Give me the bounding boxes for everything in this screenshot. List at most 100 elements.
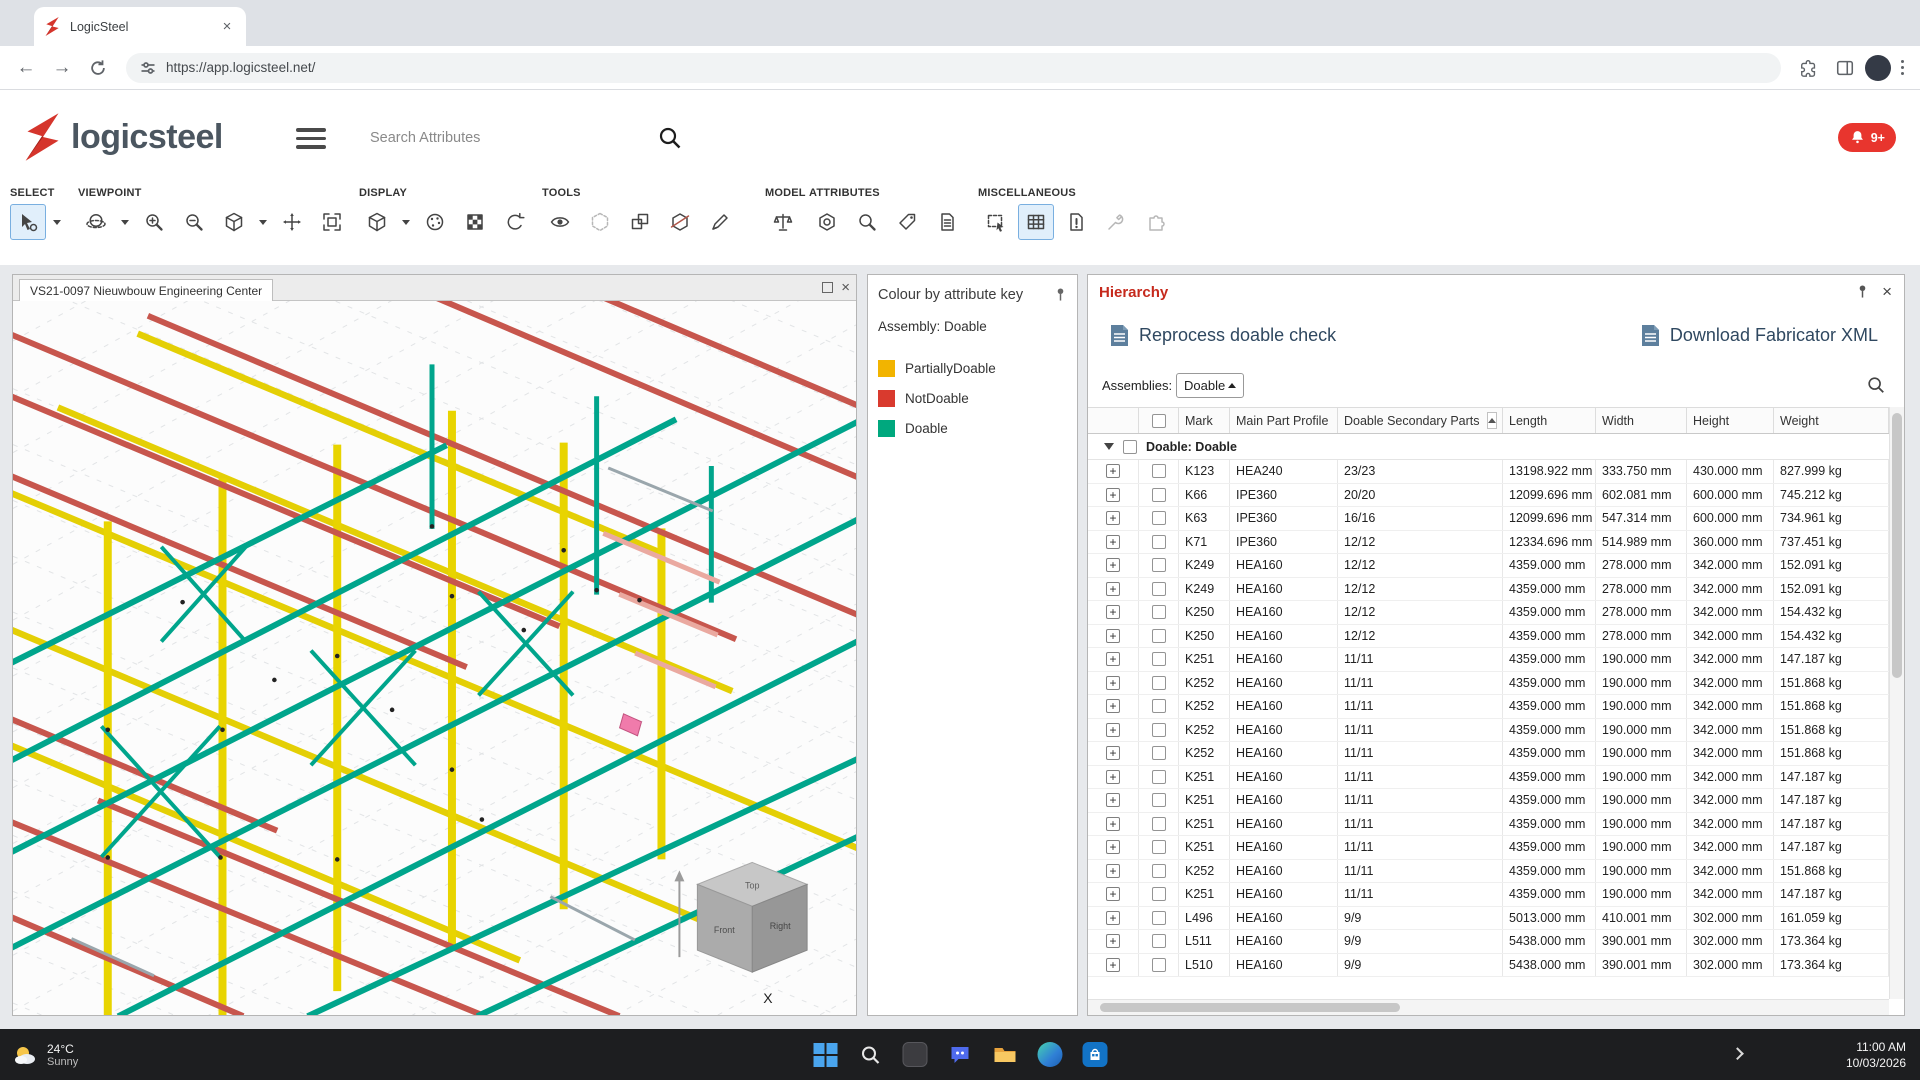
download-fabricator-xml-button[interactable]: Download Fabricator XML — [1641, 324, 1878, 347]
expand-row-icon[interactable]: + — [1106, 652, 1120, 666]
table-row[interactable]: + K251 HEA160 11/11 4359.000 mm 190.000 … — [1088, 836, 1889, 860]
vertical-scrollbar-thumb[interactable] — [1892, 413, 1902, 678]
expand-row-icon[interactable]: + — [1106, 958, 1120, 972]
table-row[interactable]: + K250 HEA160 12/12 4359.000 mm 278.000 … — [1088, 625, 1889, 649]
expand-row-icon[interactable]: + — [1106, 887, 1120, 901]
display-mode-dropdown-icon[interactable] — [399, 204, 413, 240]
select-tool-dropdown-icon[interactable] — [50, 204, 64, 240]
zoom-in-button[interactable] — [136, 204, 172, 240]
expand-row-icon[interactable]: + — [1106, 770, 1120, 784]
task-view-button[interactable] — [902, 1041, 929, 1068]
group-checkbox[interactable] — [1123, 440, 1137, 454]
table-row[interactable]: + K251 HEA160 11/11 4359.000 mm 190.000 … — [1088, 883, 1889, 907]
table-row[interactable]: + K250 HEA160 12/12 4359.000 mm 278.000 … — [1088, 601, 1889, 625]
expand-row-icon[interactable]: + — [1106, 723, 1120, 737]
col-weight[interactable]: Weight — [1774, 408, 1889, 433]
expand-row-icon[interactable]: + — [1106, 793, 1120, 807]
row-checkbox[interactable] — [1152, 793, 1166, 807]
group-row-doable[interactable]: Doable: Doable — [1088, 434, 1889, 460]
hierarchy-grid-button[interactable] — [1018, 204, 1054, 240]
notifications-button[interactable]: 9+ — [1838, 123, 1896, 152]
col-mark[interactable]: Mark — [1179, 408, 1230, 433]
row-checkbox[interactable] — [1152, 911, 1166, 925]
table-row[interactable]: + K252 HEA160 11/11 4359.000 mm 190.000 … — [1088, 742, 1889, 766]
expand-row-icon[interactable]: + — [1106, 605, 1120, 619]
expand-row-icon[interactable]: + — [1106, 864, 1120, 878]
row-checkbox[interactable] — [1152, 887, 1166, 901]
table-row[interactable]: + K251 HEA160 11/11 4359.000 mm 190.000 … — [1088, 813, 1889, 837]
forward-icon[interactable]: → — [46, 52, 78, 84]
section-plane-button[interactable] — [662, 204, 698, 240]
expand-row-icon[interactable]: + — [1106, 629, 1120, 643]
select-all-checkbox[interactable] — [1152, 414, 1166, 428]
nav-cube-top-label[interactable]: Top — [745, 880, 759, 890]
file-explorer-button[interactable] — [992, 1041, 1019, 1068]
search-icon[interactable] — [658, 126, 682, 150]
side-panel-icon[interactable] — [1829, 52, 1861, 84]
table-row[interactable]: + K123 HEA240 23/23 13198.922 mm 333.750… — [1088, 460, 1889, 484]
profile-avatar[interactable] — [1865, 55, 1891, 81]
expand-row-icon[interactable]: + — [1106, 676, 1120, 690]
display-mode-button[interactable] — [359, 204, 395, 240]
taskbar-search-button[interactable] — [857, 1041, 884, 1068]
plugins-button[interactable] — [1138, 204, 1174, 240]
expand-row-icon[interactable]: + — [1106, 699, 1120, 713]
reset-view-button[interactable] — [497, 204, 533, 240]
attribute-tag-button[interactable] — [889, 204, 925, 240]
row-checkbox[interactable] — [1152, 958, 1166, 972]
table-row[interactable]: + K66 IPE360 20/20 12099.696 mm 602.081 … — [1088, 484, 1889, 508]
extensions-icon[interactable] — [1793, 52, 1825, 84]
attribute-report-button[interactable] — [929, 204, 965, 240]
tray-chevron-icon[interactable] — [1731, 1047, 1744, 1060]
expand-row-icon[interactable]: + — [1106, 746, 1120, 760]
row-checkbox[interactable] — [1152, 934, 1166, 948]
row-checkbox[interactable] — [1152, 488, 1166, 502]
settings-wrench-button[interactable] — [1098, 204, 1134, 240]
start-button[interactable] — [812, 1041, 839, 1068]
zoom-out-button[interactable] — [176, 204, 212, 240]
expand-row-icon[interactable]: + — [1106, 488, 1120, 502]
expand-row-icon[interactable]: + — [1106, 911, 1120, 925]
row-checkbox[interactable] — [1152, 605, 1166, 619]
viewport-title-tab[interactable]: VS21-0097 Nieuwbouw Engineering Center — [19, 279, 273, 302]
expand-row-icon[interactable]: + — [1106, 934, 1120, 948]
browser-menu-icon[interactable] — [1895, 54, 1911, 82]
table-row[interactable]: + K252 HEA160 11/11 4359.000 mm 190.000 … — [1088, 719, 1889, 743]
model-compare-button[interactable] — [765, 204, 801, 240]
orbit-dropdown-icon[interactable] — [118, 204, 132, 240]
expand-row-icon[interactable]: + — [1106, 464, 1120, 478]
orbit-button[interactable] — [78, 204, 114, 240]
tab-close-icon[interactable]: × — [218, 18, 236, 36]
back-icon[interactable]: ← — [10, 52, 42, 84]
pan-axes-button[interactable] — [274, 204, 310, 240]
row-checkbox[interactable] — [1152, 840, 1166, 854]
select-tool-button[interactable] — [10, 204, 46, 240]
hierarchy-close-icon[interactable]: × — [1882, 283, 1892, 300]
table-row[interactable]: + K249 HEA160 12/12 4359.000 mm 278.000 … — [1088, 578, 1889, 602]
nav-cube-front-label[interactable]: Front — [714, 925, 735, 935]
col-length[interactable]: Length — [1503, 408, 1596, 433]
hide-parts-button[interactable] — [582, 204, 618, 240]
table-row[interactable]: + L510 HEA160 9/9 5438.000 mm 390.001 mm… — [1088, 954, 1889, 978]
refresh-icon[interactable] — [82, 52, 114, 84]
expand-row-icon[interactable]: + — [1106, 535, 1120, 549]
browser-tab[interactable]: LogicSteel × — [34, 7, 246, 46]
expand-row-icon[interactable]: + — [1106, 582, 1120, 596]
row-checkbox[interactable] — [1152, 676, 1166, 690]
expand-row-icon[interactable]: + — [1106, 511, 1120, 525]
pin-icon[interactable] — [1856, 284, 1869, 299]
address-bar[interactable]: https://app.logicsteel.net/ — [126, 53, 1781, 83]
table-row[interactable]: + L511 HEA160 9/9 5438.000 mm 390.001 mm… — [1088, 930, 1889, 954]
vertical-scrollbar[interactable] — [1889, 407, 1904, 999]
hamburger-menu-icon[interactable] — [296, 128, 326, 149]
expand-row-icon[interactable]: + — [1106, 558, 1120, 572]
zoom-extents-button[interactable] — [314, 204, 350, 240]
edge-browser-button[interactable] — [1037, 1041, 1064, 1068]
row-checkbox[interactable] — [1152, 770, 1166, 784]
row-checkbox[interactable] — [1152, 746, 1166, 760]
row-checkbox[interactable] — [1152, 558, 1166, 572]
assembly-parts-button[interactable] — [622, 204, 658, 240]
row-checkbox[interactable] — [1152, 535, 1166, 549]
pin-icon[interactable] — [1054, 287, 1067, 302]
selection-set-button[interactable] — [978, 204, 1014, 240]
